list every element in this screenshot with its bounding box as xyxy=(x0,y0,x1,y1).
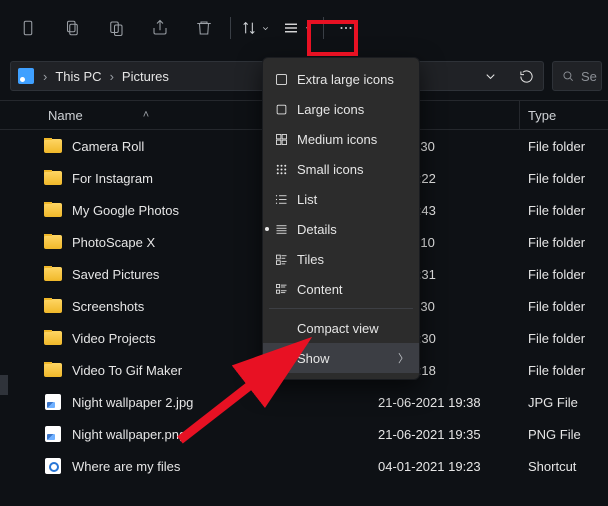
menu-item-show[interactable]: Show 〉 xyxy=(263,343,419,373)
file-row[interactable]: Night wallpaper.png 21-06-2021 19:35PNG F… xyxy=(0,418,608,450)
breadcrumb-folder[interactable]: Pictures xyxy=(122,69,169,84)
file-name: My Google Photos xyxy=(72,203,179,218)
column-header-type[interactable]: Type xyxy=(520,101,608,129)
folder-icon xyxy=(44,362,62,378)
search-placeholder: Se xyxy=(581,69,597,84)
search-input[interactable]: Se xyxy=(552,61,602,91)
file-type: File folder xyxy=(520,331,608,346)
file-type: File folder xyxy=(520,363,608,378)
menu-item-medium-icons[interactable]: Medium icons xyxy=(263,124,419,154)
medium-icons-icon xyxy=(273,132,289,147)
menu-item-tiles[interactable]: Tiles xyxy=(263,244,419,274)
file-row[interactable]: Night wallpaper 2.jpg 21-06-2021 19:38JPG… xyxy=(0,386,608,418)
delete-button[interactable] xyxy=(182,8,226,48)
small-icons-icon xyxy=(273,162,289,177)
file-name: Screenshots xyxy=(72,299,144,314)
cut-button[interactable] xyxy=(6,8,50,48)
file-date: 21-06-2021 19:38 xyxy=(370,395,520,410)
file-date: 04-01-2021 19:23 xyxy=(370,459,520,474)
menu-item-extra-large-icons[interactable]: Extra large icons xyxy=(263,64,419,94)
file-name: Video Projects xyxy=(72,331,156,346)
file-name: Camera Roll xyxy=(72,139,144,154)
file-name: PhotoScape X xyxy=(72,235,155,250)
toolbar-separator xyxy=(230,17,231,39)
file-type: Shortcut xyxy=(520,459,608,474)
file-type: PNG File xyxy=(520,427,608,442)
file-name: For Instagram xyxy=(72,171,153,186)
large-icons-icon xyxy=(273,102,289,117)
folder-icon xyxy=(44,202,62,218)
menu-item-list[interactable]: List xyxy=(263,184,419,214)
menu-item-large-icons[interactable]: Large icons xyxy=(263,94,419,124)
menu-divider xyxy=(269,308,413,309)
link-icon xyxy=(44,458,62,474)
menu-item-small-icons[interactable]: Small icons xyxy=(263,154,419,184)
navigation-pane-edge xyxy=(0,375,8,395)
pictures-library-icon xyxy=(17,68,35,84)
address-history-button[interactable] xyxy=(475,62,505,90)
breadcrumb-root[interactable]: This PC xyxy=(55,69,101,84)
folder-icon xyxy=(44,234,62,250)
sort-button[interactable] xyxy=(235,8,276,48)
menu-item-content[interactable]: Content xyxy=(263,274,419,304)
image-icon xyxy=(44,394,62,410)
folder-icon xyxy=(44,266,62,282)
file-type: JPG File xyxy=(520,395,608,410)
chevron-down-icon xyxy=(304,21,313,36)
chevron-right-icon: 〉 xyxy=(398,350,409,366)
file-date: 21-06-2021 19:35 xyxy=(370,427,520,442)
extra-large-icons-icon xyxy=(273,72,289,87)
share-button[interactable] xyxy=(138,8,182,48)
file-name: Video To Gif Maker xyxy=(72,363,182,378)
paste-button[interactable] xyxy=(94,8,138,48)
image-icon xyxy=(44,426,62,442)
file-type: File folder xyxy=(520,299,608,314)
tiles-icon xyxy=(273,252,289,267)
menu-item-compact-view[interactable]: Compact view xyxy=(263,313,419,343)
toolbar-separator xyxy=(323,17,324,39)
refresh-button[interactable] xyxy=(511,62,541,90)
folder-icon xyxy=(44,298,62,314)
folder-icon xyxy=(44,330,62,346)
chevron-right-icon: › xyxy=(108,69,116,84)
details-icon xyxy=(273,222,289,237)
list-icon xyxy=(273,192,289,207)
file-name: Saved Pictures xyxy=(72,267,159,282)
file-row[interactable]: Where are my files 04-01-2021 19:23Shortc… xyxy=(0,450,608,482)
file-name: Where are my files xyxy=(72,459,180,474)
chevron-right-icon: › xyxy=(41,69,49,84)
sort-indicator-icon: ˄ xyxy=(143,109,149,121)
view-button[interactable] xyxy=(276,8,319,48)
file-type: File folder xyxy=(520,139,608,154)
view-menu: Extra large icons Large icons Medium ico… xyxy=(262,57,420,380)
file-name: Night wallpaper 2.jpg xyxy=(72,395,193,410)
file-name: Night wallpaper.png xyxy=(72,427,186,442)
folder-icon xyxy=(44,170,62,186)
menu-item-details[interactable]: Details xyxy=(263,214,419,244)
file-type: File folder xyxy=(520,235,608,250)
file-type: File folder xyxy=(520,267,608,282)
folder-icon xyxy=(44,138,62,154)
copy-button[interactable] xyxy=(50,8,94,48)
file-type: File folder xyxy=(520,203,608,218)
file-type: File folder xyxy=(520,171,608,186)
chevron-down-icon xyxy=(261,21,270,36)
more-button[interactable] xyxy=(328,8,364,48)
content-icon xyxy=(273,282,289,297)
